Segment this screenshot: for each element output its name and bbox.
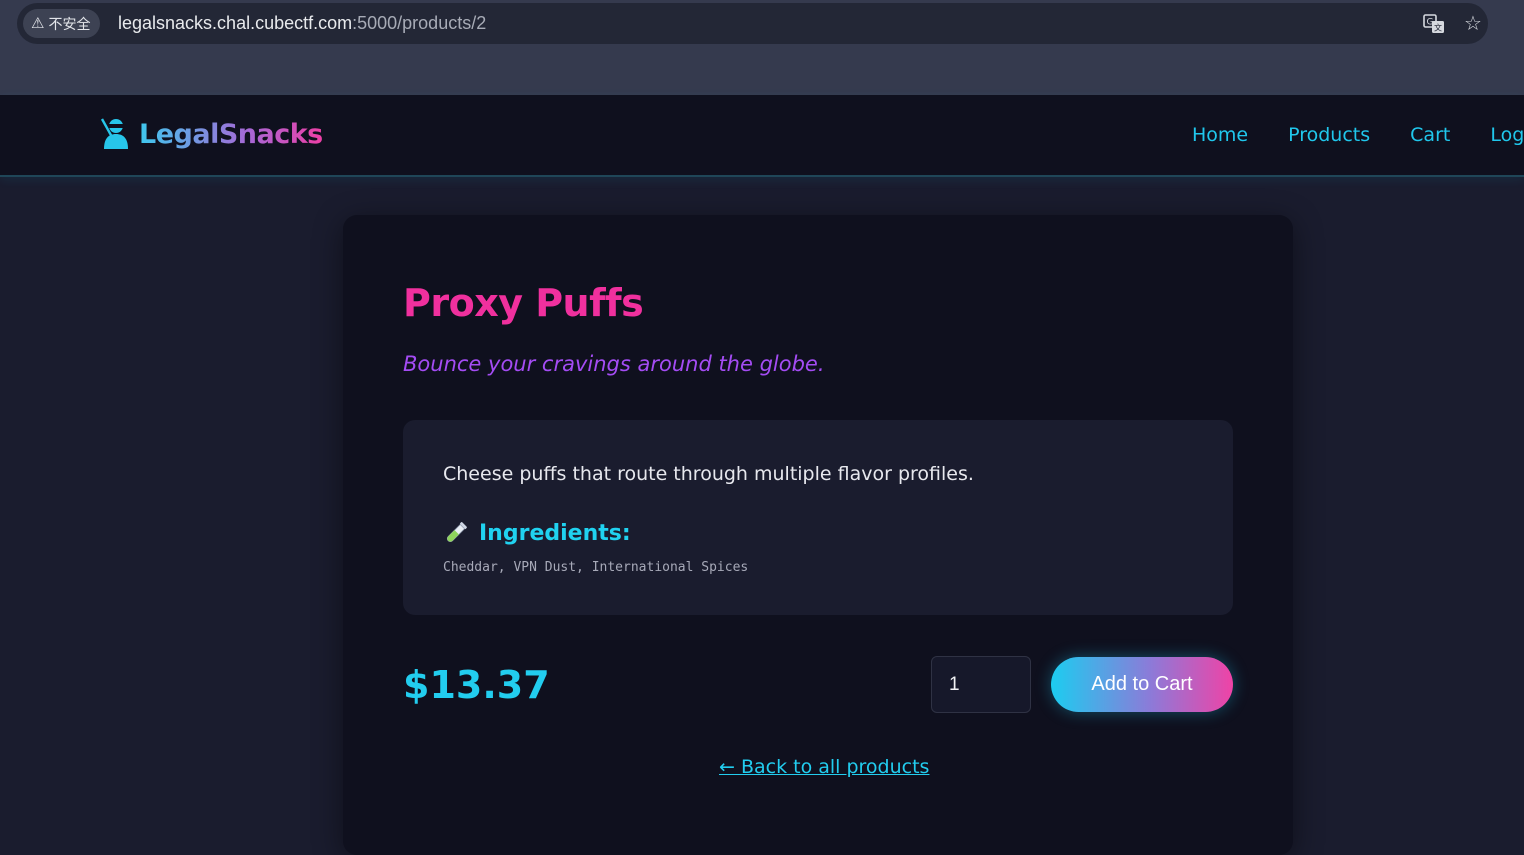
url-host: legalsnacks.chal.cubectf.com [118,13,353,33]
product-price: $13.37 [403,663,550,707]
browser-chrome: ⚠ 不安全 legalsnacks.chal.cubectf.com:5000/… [0,0,1524,95]
url-path: :5000/products/2 [352,13,487,33]
ingredients-list: Cheddar, VPN Dust, International Spices [443,560,749,575]
site-navbar: LegalSnacks Home Products Cart Logo [0,95,1524,177]
translate-icon[interactable]: G 文 [1423,14,1445,34]
brand-name: LegalSnacks [139,118,323,150]
security-label: 不安全 [48,16,91,33]
add-to-cart-button[interactable]: Add to Cart [1051,657,1233,712]
quantity-input[interactable] [931,656,1031,713]
star-icon[interactable]: ☆ [1464,11,1482,35]
ingredients-heading: Ingredients: [443,520,631,546]
product-card: Proxy Puffs Bounce your cravings around … [343,215,1293,855]
product-description: Cheese puffs that route through multiple… [443,463,974,485]
ninja-icon [100,118,128,149]
nav-link-cart[interactable]: Cart [1410,124,1450,146]
brand[interactable]: LegalSnacks [99,117,323,151]
test-tube-icon [446,522,467,543]
security-indicator[interactable]: ⚠ 不安全 [23,9,101,38]
nav-link-home[interactable]: Home [1192,124,1248,146]
product-tagline: Bounce your cravings around the globe. [403,352,825,376]
product-title: Proxy Puffs [403,281,644,325]
url-text[interactable]: legalsnacks.chal.cubectf.com:5000/produc… [118,3,486,44]
nav-links: Home Products Cart Logo [1192,95,1524,175]
ingredients-label: Ingredients: [479,520,631,546]
nav-link-products[interactable]: Products [1288,124,1370,146]
nav-link-logout[interactable]: Logo [1490,124,1524,146]
product-details: Cheese puffs that route through multiple… [403,420,1233,615]
svg-text:文: 文 [1434,23,1442,33]
back-to-products-link[interactable]: ← Back to all products [719,756,929,778]
address-bar[interactable]: ⚠ 不安全 legalsnacks.chal.cubectf.com:5000/… [17,3,1488,44]
warning-icon: ⚠ [31,14,45,32]
